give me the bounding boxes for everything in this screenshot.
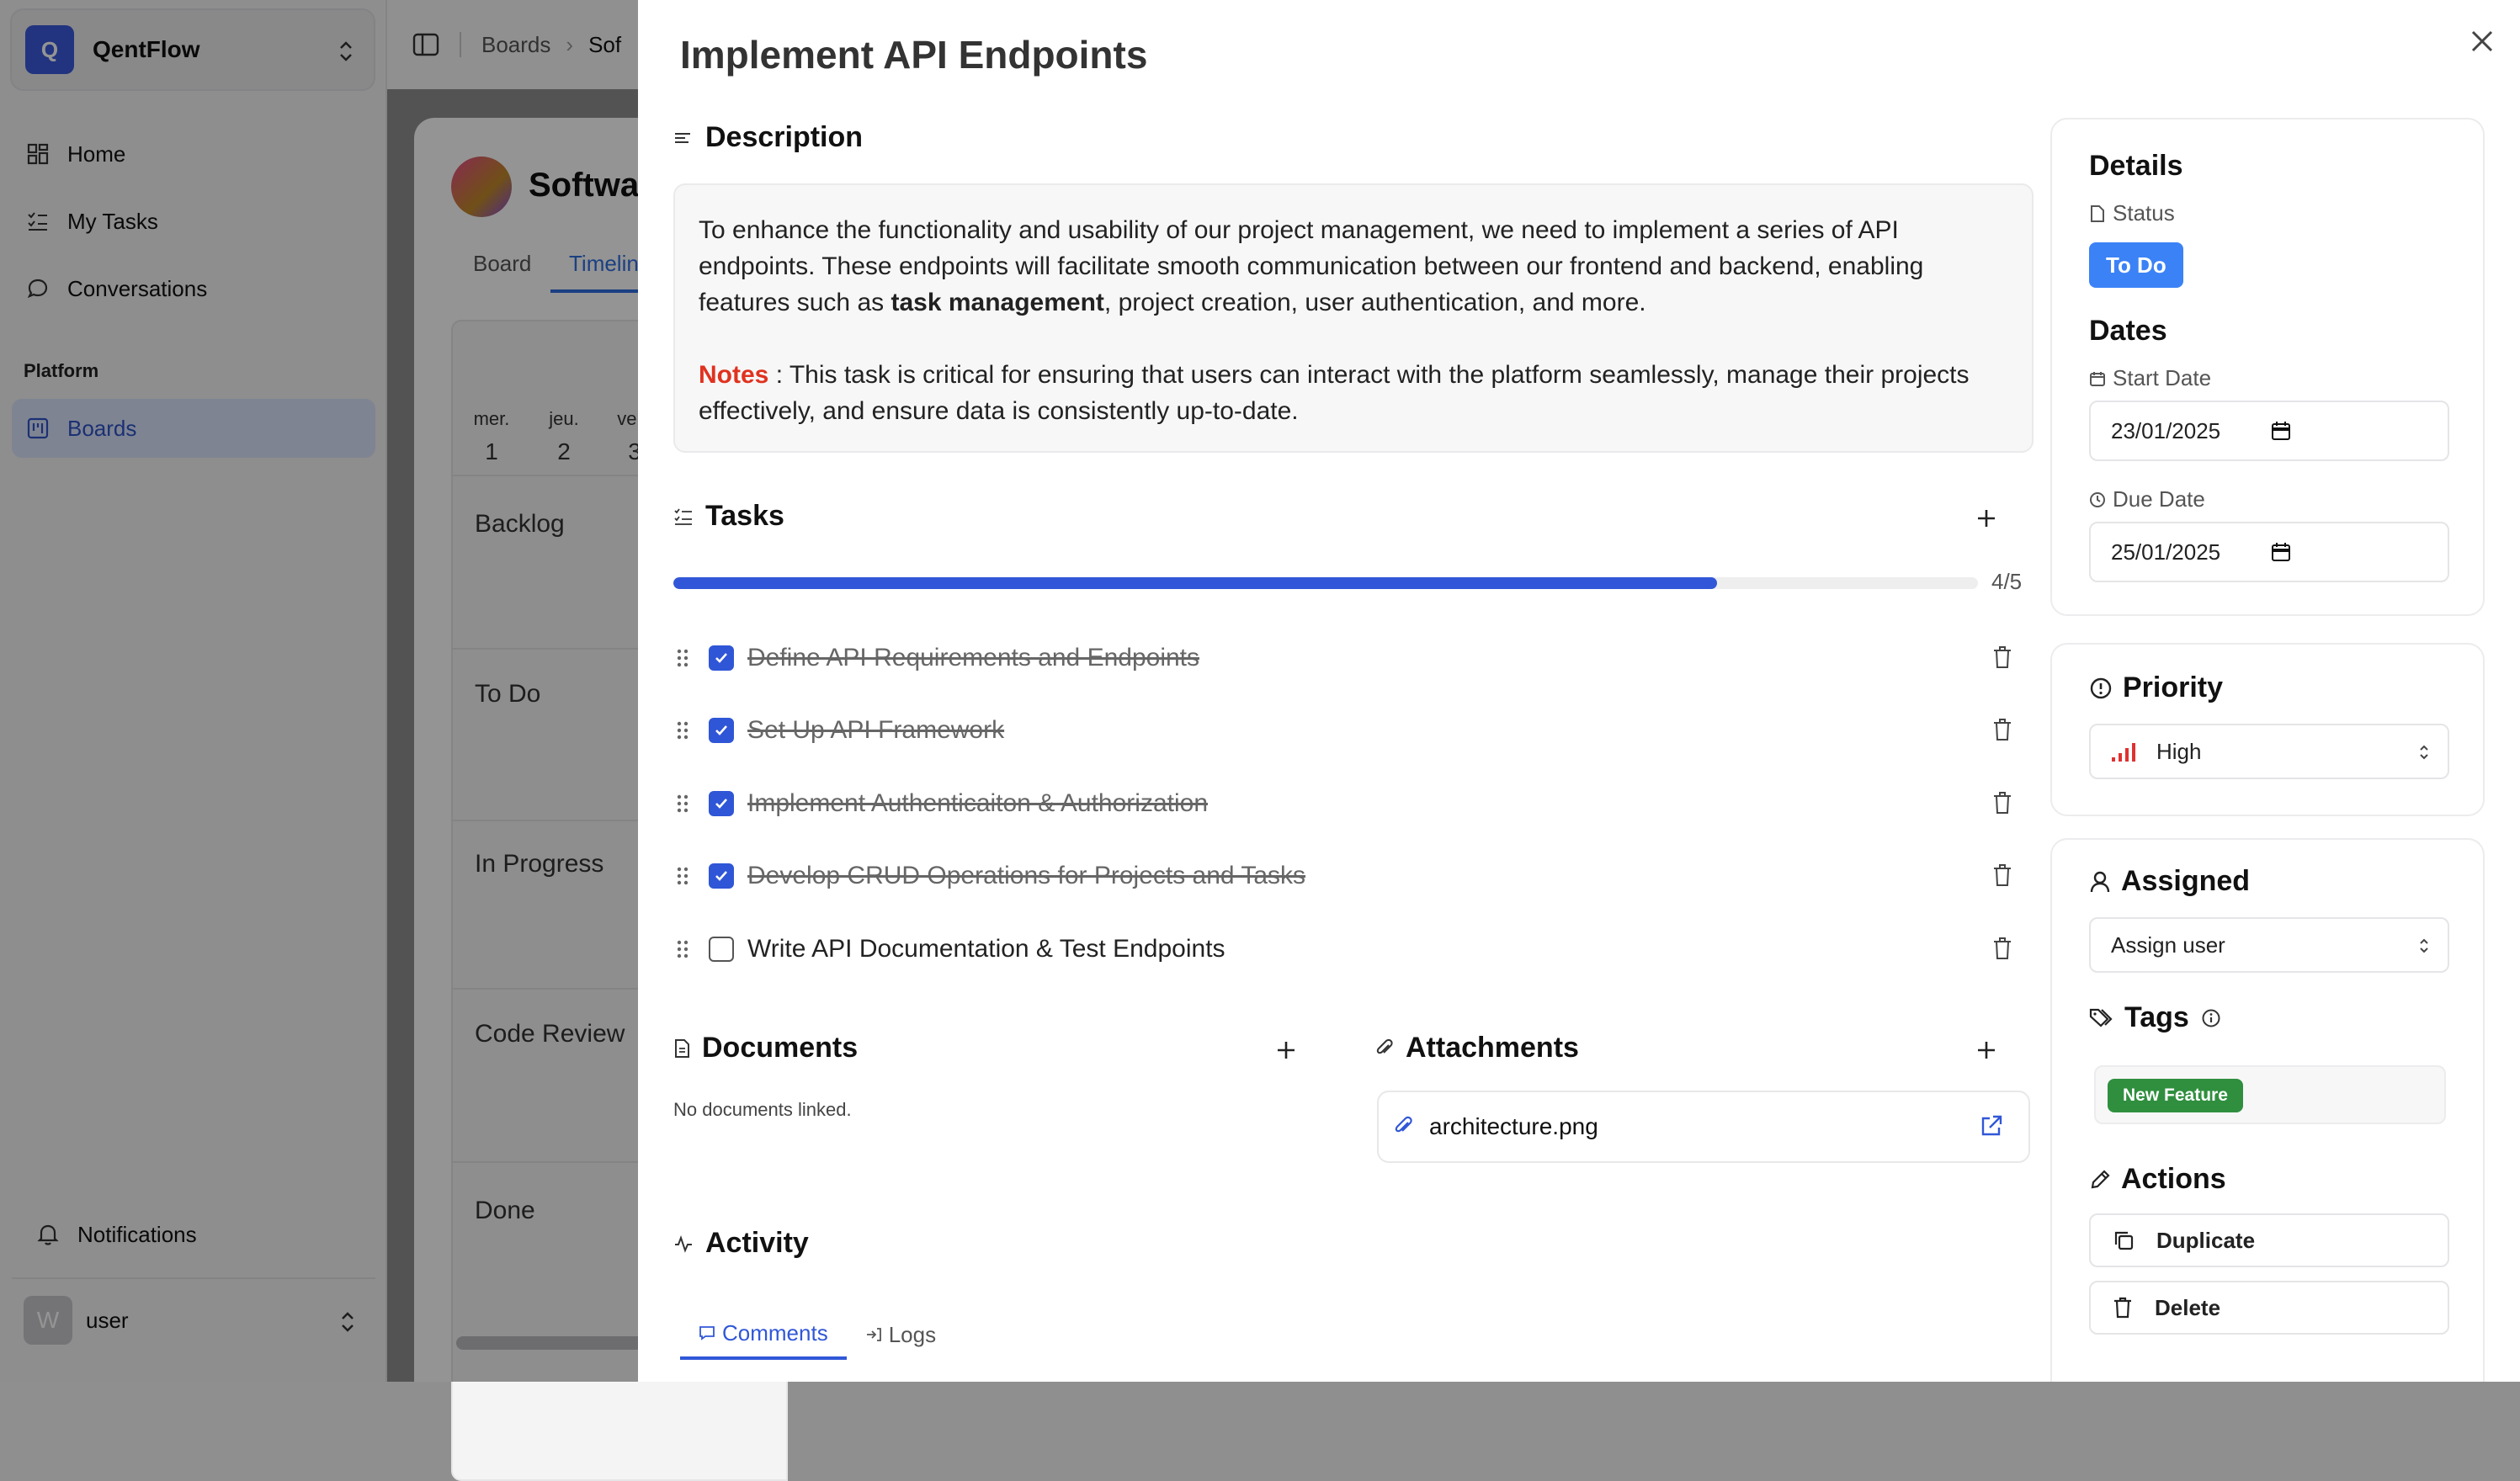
due-date-label: Due Date — [2089, 486, 2205, 512]
add-attachment-button[interactable] — [1973, 1037, 2000, 1064]
start-date-label: Start Date — [2089, 365, 2211, 391]
calendar-icon — [2089, 370, 2106, 387]
task-item[interactable]: Implement Authenticaiton & Authorization — [673, 778, 2037, 829]
external-link-icon[interactable] — [1980, 1114, 2003, 1138]
trash-icon — [2113, 1296, 2133, 1319]
duplicate-button[interactable]: Duplicate — [2089, 1213, 2449, 1267]
start-date-input[interactable]: 23/01/2025 — [2089, 401, 2449, 461]
delete-button[interactable]: Delete — [2089, 1281, 2449, 1335]
drag-handle-icon[interactable] — [673, 647, 695, 669]
tag-badge[interactable]: New Feature — [2108, 1079, 2243, 1112]
trash-icon[interactable] — [1991, 645, 2017, 671]
trash-icon[interactable] — [1991, 863, 2017, 889]
pencil-icon — [2089, 1169, 2111, 1191]
trash-icon[interactable] — [1991, 790, 2017, 817]
task-item[interactable]: Write API Documentation & Test Endpoints — [673, 924, 2037, 974]
task-label: Implement Authenticaiton & Authorization — [747, 789, 1209, 817]
assign-user-select[interactable]: Assign user — [2089, 917, 2449, 973]
tasks-heading: Tasks — [673, 500, 784, 533]
status-label: Status — [2089, 200, 2175, 226]
status-badge[interactable]: To Do — [2089, 242, 2183, 288]
description-body[interactable]: To enhance the functionality and usabili… — [673, 183, 2034, 453]
assigned-heading: Assigned — [2089, 865, 2250, 898]
description-heading: Description — [673, 121, 863, 154]
dates-heading: Dates — [2089, 315, 2167, 347]
file-icon — [2089, 204, 2106, 223]
task-label: Define API Requirements and Endpoints — [747, 644, 1199, 671]
due-date-input[interactable]: 25/01/2025 — [2089, 522, 2449, 582]
task-label: Write API Documentation & Test Endpoints — [747, 935, 1225, 963]
task-detail-panel: Implement API Endpoints Description To e… — [638, 0, 2520, 1382]
attachment-filename: architecture.png — [1429, 1113, 1598, 1139]
actions-heading: Actions — [2089, 1163, 2226, 1196]
log-in-icon — [865, 1326, 882, 1343]
priority-select[interactable]: High — [2089, 724, 2449, 779]
alert-circle-icon — [2089, 677, 2113, 700]
details-card: Details Status To Do Dates Start Date 23… — [2050, 118, 2485, 616]
document-icon — [673, 1038, 690, 1059]
task-item[interactable]: Set Up API Framework — [673, 705, 2037, 756]
drag-handle-icon[interactable] — [673, 938, 695, 960]
chevron-up-down-icon — [2417, 742, 2431, 762]
user-icon — [2089, 870, 2111, 894]
calendar-icon — [2271, 542, 2291, 562]
info-icon[interactable] — [2201, 1008, 2221, 1028]
attachments-heading: Attachments — [1375, 1032, 1579, 1064]
add-task-button[interactable] — [1973, 505, 2000, 532]
task-checkbox[interactable] — [709, 863, 734, 889]
assignment-card: Assigned Assign user Tags New Feature Ac… — [2050, 838, 2485, 1382]
tags-input[interactable]: New Feature — [2094, 1065, 2446, 1124]
documents-heading: Documents — [673, 1032, 858, 1064]
priority-card: Priority High — [2050, 643, 2485, 816]
tab-comments[interactable]: Comments — [680, 1309, 847, 1360]
copy-icon — [2113, 1229, 2135, 1251]
task-progress-bar — [673, 577, 1978, 589]
attachment-item[interactable]: architecture.png — [1377, 1091, 2030, 1163]
text-align-icon — [673, 130, 694, 146]
task-checkbox[interactable] — [709, 645, 734, 671]
add-document-button[interactable] — [1273, 1037, 1300, 1064]
description-notes: Notes : This task is critical for ensuri… — [699, 361, 1970, 425]
calendar-icon — [2271, 421, 2291, 441]
drag-handle-icon[interactable] — [673, 865, 695, 887]
details-heading: Details — [2089, 150, 2183, 182]
drag-handle-icon[interactable] — [673, 719, 695, 741]
task-item[interactable]: Define API Requirements and Endpoints — [673, 633, 2037, 683]
activity-tabs: Comments Logs — [680, 1309, 954, 1360]
checklist-icon — [673, 507, 694, 526]
documents-empty-text: No documents linked. — [673, 1099, 852, 1120]
priority-heading: Priority — [2089, 671, 2223, 704]
task-checkbox[interactable] — [709, 718, 734, 743]
page-title: Implement API Endpoints — [680, 33, 1148, 77]
tab-logs[interactable]: Logs — [847, 1309, 954, 1360]
activity-pulse-icon — [673, 1234, 694, 1254]
drag-handle-icon[interactable] — [673, 793, 695, 815]
task-label: Set Up API Framework — [747, 716, 1005, 744]
task-item[interactable]: Develop CRUD Operations for Projects and… — [673, 851, 2037, 901]
paperclip-icon — [1375, 1038, 1394, 1059]
trash-icon[interactable] — [1991, 936, 2017, 963]
paperclip-icon — [1394, 1115, 1414, 1139]
trash-icon[interactable] — [1991, 717, 2017, 744]
activity-heading: Activity — [673, 1227, 809, 1260]
comment-icon — [699, 1324, 715, 1341]
task-checkbox[interactable] — [709, 937, 734, 962]
signal-bars-icon — [2111, 740, 2140, 762]
tags-heading: Tags — [2089, 1001, 2221, 1034]
clock-icon — [2089, 491, 2106, 508]
task-label: Develop CRUD Operations for Projects and… — [747, 862, 1306, 889]
task-progress-count: 4/5 — [1991, 569, 2023, 594]
task-checkbox[interactable] — [709, 791, 734, 816]
description-paragraph: To enhance the functionality and usabili… — [699, 216, 1924, 316]
close-icon[interactable] — [2466, 25, 2498, 57]
tags-icon — [2089, 1007, 2114, 1029]
chevron-up-down-icon — [2417, 936, 2431, 956]
